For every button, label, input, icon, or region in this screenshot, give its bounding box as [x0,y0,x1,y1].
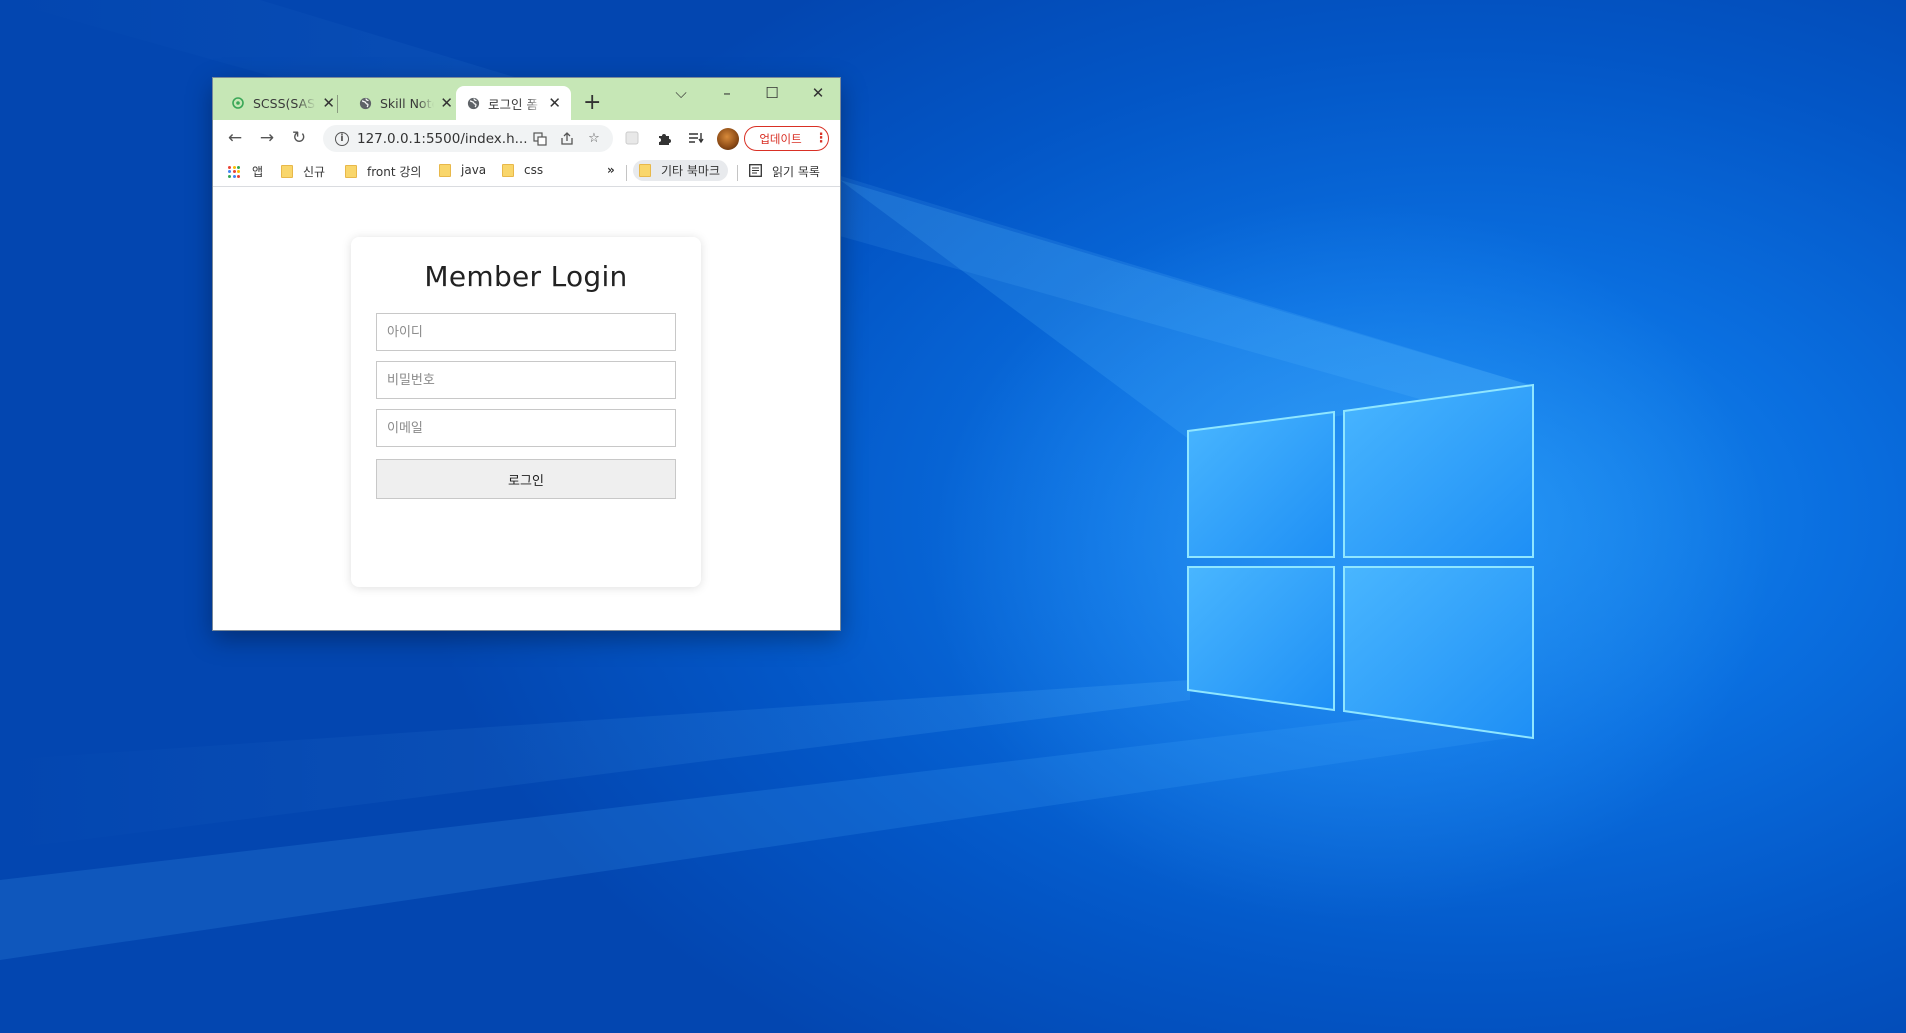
login-title: Member Login [424,260,628,293]
folder-icon [439,163,451,177]
page-content: Member Login 로그인 [213,190,840,630]
bookmark-folder[interactable]: java [439,163,486,177]
tab-title: 로그인 폼 [488,96,538,112]
close-window-icon[interactable]: ✕ [798,84,838,102]
reading-queue-icon[interactable] [687,129,705,147]
close-tab-icon[interactable]: ✕ [322,94,335,112]
bookmark-star-icon[interactable]: ☆ [586,131,602,147]
id-input[interactable] [376,313,676,351]
close-tab-icon[interactable]: ✕ [440,94,453,112]
share-icon[interactable] [559,131,575,147]
folder-icon [639,164,651,177]
profile-avatar[interactable] [717,128,739,150]
close-tab-icon[interactable]: ✕ [548,94,561,112]
bookmark-label: front 강의 [367,165,422,179]
tab-strip: SCSS(SASS) ✕ Skill Note ✕ 로그인 폼 ✕ + ⌵ – … [213,78,840,120]
tab-login-form[interactable]: 로그인 폼 ✕ [456,86,571,120]
reading-list-button[interactable]: 읽기 목록 [749,163,820,180]
bookmark-folder[interactable]: 신규 [281,163,325,180]
update-button[interactable]: 업데이트 ⋮ [744,126,829,151]
tab-skill-note[interactable]: Skill Note ✕ [348,86,463,120]
login-card: Member Login 로그인 [351,237,701,587]
new-tab-icon[interactable]: + [583,92,601,114]
bookmark-label: 신규 [303,165,326,179]
tab-scss[interactable]: SCSS(SASS) ✕ [221,86,345,120]
bookmarks-overflow-button[interactable]: » [607,163,615,177]
minimize-icon[interactable]: – [707,84,747,102]
tab-title: Skill Note [380,95,435,111]
tab-divider [337,95,338,113]
other-bookmarks-folder[interactable]: 기타 북마크 [633,160,729,181]
globe-icon [466,96,480,110]
bookmark-label: css [524,163,544,177]
bookmark-apps[interactable]: 앱 [228,163,263,180]
login-button[interactable]: 로그인 [376,459,676,499]
email-input[interactable] [376,409,676,447]
bookmarks-bar: 앱 신규 front 강의 java css » 기타 북마크 읽기 목록 [213,156,840,187]
bookmark-label: java [461,163,487,177]
folder-icon [281,165,293,178]
extensions-puzzle-icon[interactable] [655,129,673,147]
address-url: 127.0.0.1:5500/index.h... [357,130,528,147]
maximize-icon[interactable]: ☐ [752,84,792,102]
tab-search-chevron-icon[interactable]: ⌵ [661,84,701,102]
bookmark-folder[interactable]: front 강의 [345,163,421,180]
apps-grid-icon [228,165,240,178]
back-arrow-icon[interactable]: ← [225,128,245,148]
bookmark-divider [626,165,627,181]
reading-list-icon [749,163,762,180]
bookmark-label: 기타 북마크 [661,164,721,178]
folder-icon [502,163,514,177]
bookmark-label: 앱 [252,165,264,179]
browser-toolbar: ← → ↻ i 127.0.0.1:5500/index.h... ☆ 업데이트… [213,120,840,156]
address-bar[interactable]: i 127.0.0.1:5500/index.h... ☆ [323,125,613,152]
site-info-icon[interactable]: i [335,131,349,146]
tab-title: SCSS(SASS) [253,95,316,111]
bookmark-folder[interactable]: css [502,163,543,177]
translate-icon[interactable] [532,131,548,147]
password-input[interactable] [376,361,676,399]
browser-window: SCSS(SASS) ✕ Skill Note ✕ 로그인 폼 ✕ + ⌵ – … [213,78,840,630]
bookmark-divider [737,165,738,181]
extension-placeholder-icon[interactable] [623,129,641,147]
bookmark-label: 읽기 목록 [772,165,820,179]
more-menu-icon[interactable]: ⋮ [814,131,828,146]
update-label: 업데이트 [759,131,802,146]
forward-arrow-icon[interactable]: → [257,128,277,148]
folder-icon [345,165,357,178]
scss-icon [231,96,245,110]
globe-icon [358,96,372,110]
reload-icon[interactable]: ↻ [289,128,309,148]
